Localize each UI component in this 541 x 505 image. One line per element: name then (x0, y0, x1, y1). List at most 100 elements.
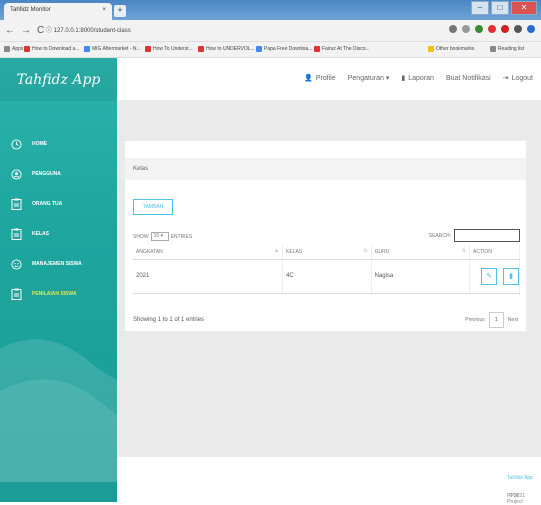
extension-icon[interactable] (449, 25, 457, 33)
logout-icon: ⇥ (502, 75, 509, 82)
apps-icon (4, 46, 10, 52)
user-icon: 👤 (304, 75, 313, 82)
profile-link[interactable]: 👤 Profile (304, 74, 336, 83)
sidebar: Tahfidz App HOME PENGGUNA ORANG TUA KELA… (0, 58, 117, 502)
class-card: Kelas TAMBAH SHOW 10 ▾ ENTRIES SEARCH: A… (125, 141, 526, 331)
youtube-icon (198, 46, 204, 52)
bookmark-item[interactable]: MIG Aftermarket - N... (84, 46, 141, 52)
column-header-kelas[interactable]: KELAS ⇅ (282, 245, 372, 260)
sort-icon: ▲ (274, 248, 279, 254)
cell-action: ✎ ▮ (469, 259, 520, 294)
extension-icon[interactable] (488, 25, 496, 33)
youtube-icon (24, 46, 30, 52)
avatar[interactable] (527, 25, 535, 33)
class-table: ANGKATAN ▲ KELAS ⇅ GURU ⇅ ACTION 2021 4C Na… (133, 245, 520, 294)
extension-icons (449, 25, 535, 33)
sidebar-item-label: MANAJEMEN SISWA (32, 261, 82, 267)
sidebar-item-home[interactable]: HOME (0, 129, 117, 159)
previous-button[interactable]: Previous (465, 317, 484, 323)
sidebar-item-label: PENGGUNA (32, 171, 61, 177)
page-length-control: SHOW 10 ▾ ENTRIES (133, 232, 192, 241)
clipboard-icon (10, 288, 22, 300)
page-1-button[interactable]: 1 (488, 312, 504, 328)
search-control: SEARCH: (429, 229, 520, 242)
reload-icon[interactable]: C (37, 25, 44, 36)
home-icon (10, 138, 22, 150)
bookmark-reading-list[interactable]: Reading list (490, 46, 524, 52)
table-row: 2021 4C Nagisa ✎ ▮ (133, 259, 520, 294)
sidebar-item-label: ORANG TUA (32, 201, 63, 207)
url-text: 127.0.0.1:8000/student-class (53, 28, 131, 34)
back-icon[interactable]: ← (5, 25, 15, 36)
footer-app-link[interactable]: Tahfidz App (507, 475, 533, 481)
bookmark-item[interactable]: How to UNDERVOL... (198, 46, 255, 52)
clipboard-icon (10, 228, 22, 240)
forward-icon[interactable]: → (21, 25, 31, 36)
bookmark-other[interactable]: Other bookmarks (428, 46, 474, 52)
sort-icon: ⇅ (363, 248, 368, 254)
card-title: Kelas (125, 158, 526, 180)
smile-icon (10, 258, 22, 270)
app-logo[interactable]: Tahfidz App (0, 58, 117, 101)
extension-icon[interactable] (501, 25, 509, 33)
bookmark-apps[interactable]: Apps (4, 46, 23, 52)
sidebar-item-pengguna[interactable]: PENGGUNA (0, 159, 117, 189)
bookmark-item[interactable]: Papa Free Downloa... (256, 46, 312, 52)
sort-icon: ⇅ (461, 248, 466, 254)
clipboard-icon (10, 198, 22, 210)
browser-titlebar: Tahfidz Monitor × + – □ ✕ (0, 0, 541, 20)
reading-list-icon (490, 46, 496, 52)
minimize-icon[interactable]: – (471, 1, 489, 15)
delete-button[interactable]: ▮ (503, 267, 519, 285)
page-length-select[interactable]: 10 ▾ (150, 232, 169, 241)
search-input[interactable] (454, 229, 520, 242)
cell-angkatan: 2021 (133, 259, 283, 294)
address-bar: ← → C ⓘ 127.0.0.1:8000/student-class (0, 20, 541, 42)
bookmark-item[interactable]: Fairuz At The Disco... (314, 46, 370, 52)
close-window-icon[interactable]: ✕ (511, 1, 537, 15)
edit-button[interactable]: ✎ (481, 267, 497, 285)
youtube-icon (145, 46, 151, 52)
maximize-icon[interactable]: □ (491, 1, 509, 15)
settings-dropdown[interactable]: Pengaturan ▾ (348, 74, 390, 82)
document-icon: ▮ (401, 75, 406, 82)
sidebar-item-label: KELAS (32, 231, 49, 237)
new-tab-button[interactable]: + (114, 5, 126, 17)
youtube-icon (314, 46, 320, 52)
column-header-action: ACTION (469, 245, 520, 260)
tab-close-icon[interactable]: × (102, 7, 106, 16)
trash-icon: ▮ (509, 273, 513, 280)
sidebar-item-penilaian-siswa[interactable]: PENILAIAN SISWA (0, 279, 117, 309)
bookmarks-bar: Apps How to Download a... MIG Aftermarke… (0, 42, 541, 58)
cell-guru: Nagisa (371, 259, 471, 294)
next-button[interactable]: Next (508, 317, 518, 323)
url-field[interactable]: ⓘ 127.0.0.1:8000/student-class (46, 24, 386, 38)
table-info: Showing 1 to 1 of 1 entries (133, 317, 205, 323)
add-button[interactable]: TAMBAH (133, 199, 173, 215)
bookmark-item[interactable]: How to Download a... (24, 46, 80, 52)
sidebar-item-orang-tua[interactable]: ORANG TUA (0, 189, 117, 219)
column-header-guru[interactable]: GURU ⇅ (371, 245, 471, 260)
top-navbar: 👤 Profile Pengaturan ▾ ▮ Laporan Buat Noti… (117, 58, 541, 101)
star-icon[interactable] (462, 25, 470, 33)
edit-icon: ✎ (486, 273, 492, 280)
puzzle-icon[interactable] (514, 25, 522, 33)
sidebar-item-kelas[interactable]: KELAS (0, 219, 117, 249)
browser-tab[interactable]: Tahfidz Monitor × (4, 3, 112, 20)
user-icon (10, 168, 22, 180)
extension-icon[interactable] (475, 25, 483, 33)
entries-label: ENTRIES (170, 233, 193, 240)
decorative-wave (0, 339, 117, 482)
report-link[interactable]: ▮ Laporan (401, 74, 434, 83)
notification-link[interactable]: Buat Notifikasi (446, 74, 491, 82)
search-label: SEARCH: (428, 232, 451, 239)
sidebar-item-manajemen-siswa[interactable]: MANAJEMEN SISWA (0, 249, 117, 279)
page-icon (256, 46, 262, 52)
logout-link[interactable]: ⇥ Logout (502, 74, 533, 83)
sidebar-item-label: HOME (32, 141, 47, 147)
sidebar-menu: HOME PENGGUNA ORANG TUA KELAS MANAJEMEN … (0, 129, 117, 309)
bookmark-item[interactable]: How To Underst... (145, 46, 193, 52)
cell-kelas: 4C (282, 259, 372, 294)
column-header-angkatan[interactable]: ANGKATAN ▲ (133, 245, 283, 260)
pagination: Previous 1 Next (465, 312, 518, 328)
